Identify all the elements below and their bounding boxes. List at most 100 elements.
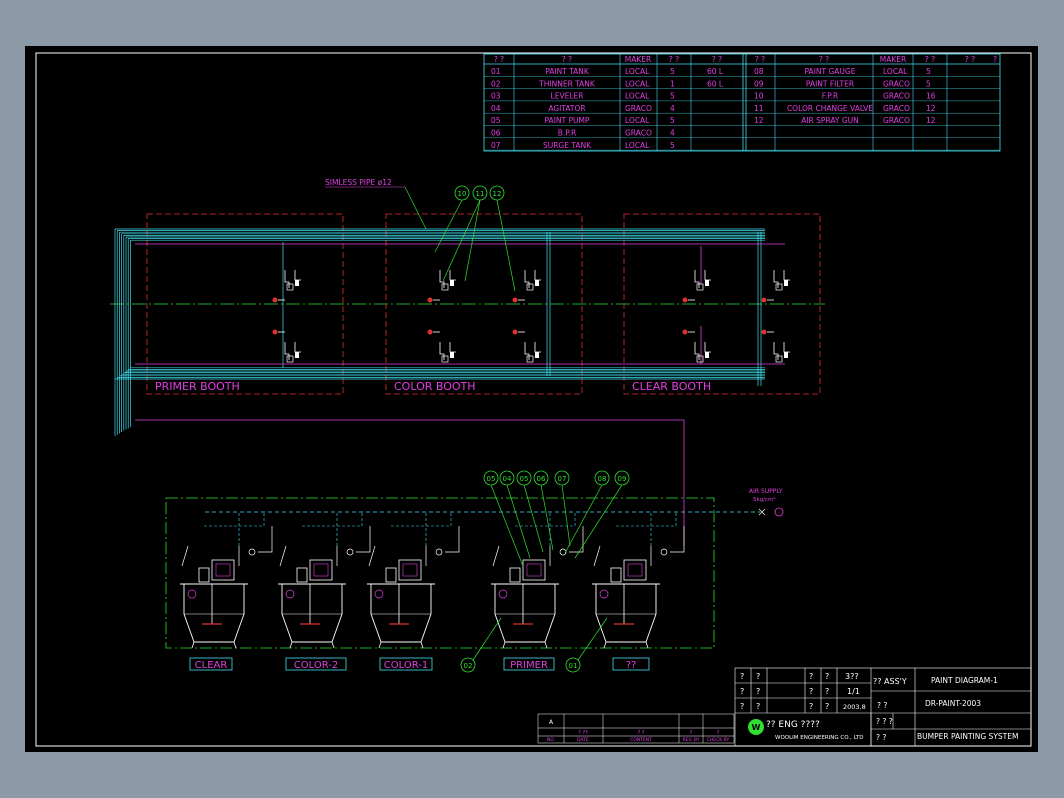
tb-q7: ? [809,687,813,696]
part-maker: GRACO [625,129,652,138]
tb-q11: ? [809,702,813,711]
callout-number: 09 [618,475,627,483]
tb-q9: ? [740,702,744,711]
th-right-maker: MAKER [880,55,906,64]
spray-gun-icon [512,329,541,363]
tb-qqq: ? ? ? [876,717,893,726]
part-no: 04 [491,104,501,113]
part-qty: 5 [670,116,675,125]
part-qty: 5 [926,67,931,76]
part-no: 09 [754,79,764,88]
part-maker: GRACO [883,79,910,88]
part-name: PAINT GAUGE [805,67,856,76]
booth-label: PRIMER BOOTH [155,380,240,393]
pipe-bundle [115,229,765,436]
tank-label: COLOR-2 [294,660,338,671]
callout-number: 04 [503,475,512,483]
parts-table: ? ? ? ? MAKER ? ? ? ? ? ? ? ? MAKER ? ? … [483,53,1001,152]
drawing-title: PAINT DIAGRAM-1 [931,676,998,685]
part-name: PAINT TANK [545,67,590,76]
paint-tank [367,512,460,649]
part-maker: LOCAL [625,141,650,150]
spray-gun-icon [512,270,541,303]
tb-q1: ? [740,672,744,681]
tank-station-boundary [165,497,715,649]
paint-diagram: ? ? ? ? MAKER ? ? ? ? ? ? ? ? MAKER ? ? … [25,46,1032,747]
th-left-rem: ? ? [712,55,722,64]
tank-label: PRIMER [510,660,548,671]
part-maker: LOCAL [883,67,908,76]
part-no: 06 [491,129,501,138]
callout-number: 11 [476,190,485,198]
revision-cell: ? [717,730,720,736]
part-qty: 4 [670,129,675,138]
paint-tank [278,512,371,649]
part-no: 05 [491,116,501,125]
callout-number: 12 [493,190,502,198]
revision-header: NO. [547,737,555,743]
revision-mark: A [549,719,554,726]
revision-cell: ? ?? [578,730,588,736]
tb-scale: 1/1 [847,687,860,696]
spray-gun-icon [427,270,456,303]
part-remark: 60 L [707,79,724,88]
part-maker: LOCAL [625,67,650,76]
th-right-qty: ? ? [925,55,935,64]
revision-cell: ? [690,730,693,736]
tb-q2: ? [756,672,760,681]
company-logo-mark: W [752,723,761,732]
spray-gun-icon [272,270,301,303]
th-left-no: ? ? [494,55,504,64]
part-qty: 16 [926,92,936,101]
part-name: LEVELER [551,92,584,101]
paint-lines [135,243,785,546]
pipe-label: SIMLESS PIPE ø12 [325,178,392,187]
th-right-name: ? ? [819,55,829,64]
spray-gun-icon [682,270,711,303]
part-name: THINNER TANK [538,79,596,88]
th-left-maker: MAKER [625,55,651,64]
company-logo: W [748,719,764,735]
tank-label: COLOR-1 [384,660,428,671]
tb-date: 2003.8 [843,703,866,711]
part-name: F.P.R [822,92,838,101]
part-maker: GRACO [883,92,910,101]
tb-q10: ? [756,702,760,711]
callout-number: 02 [464,662,473,670]
revision-header: DATE [577,737,589,743]
tb-val3: 3?? [845,672,859,681]
th-left-qty: ? ? [669,55,679,64]
cad-drawing-area: ? ? ? ? MAKER ? ? ? ? ? ? ? ? MAKER ? ? … [25,46,1038,752]
tb-q4: ? [825,672,829,681]
part-no: 11 [754,104,764,113]
spray-gun-icon [272,329,301,363]
tb-q8: ? [825,687,829,696]
company-name-kr: ?? ENG ???? [766,720,820,730]
drawing-number: DR-PAINT-2003 [925,699,981,708]
part-maker: GRACO [883,104,910,113]
part-maker: LOCAL [625,116,650,125]
part-qty: 5 [670,141,675,150]
air-supply-label: AIR SUPPLY [749,488,783,495]
part-no: 10 [754,92,764,101]
part-maker: GRACO [883,116,910,125]
booth-label: CLEAR BOOTH [632,380,711,393]
part-no: 08 [754,67,764,76]
part-maker: GRACO [625,104,652,113]
tb-assy: ?? ASS'Y [873,677,907,686]
revision-header: REV. BY [683,737,700,743]
revision-header: CONTENT [630,737,652,743]
paint-tank [180,512,273,649]
callout-number: 10 [458,190,467,198]
th-right-no: ? ? [755,55,765,64]
spray-gun-icon [682,329,711,363]
callout-number: 05 [487,475,496,483]
paint-tank [491,512,584,649]
part-maker: LOCAL [625,92,650,101]
spray-gun-icon [761,329,790,363]
part-qty: 5 [926,79,931,88]
tank-label: CLEAR [195,660,228,671]
part-name: COLOR CHANGE VALVE [787,104,873,113]
tank-label: ?? [626,660,637,671]
part-no: 12 [754,116,764,125]
